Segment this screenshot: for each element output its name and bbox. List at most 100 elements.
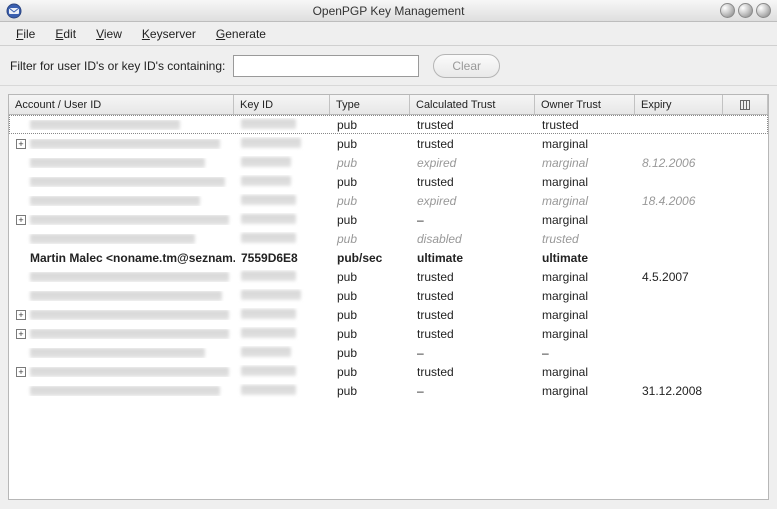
- table-row[interactable]: x x pubexpiredmarginal18.4.2006: [9, 191, 768, 210]
- expand-icon[interactable]: +: [16, 367, 26, 377]
- cell-keyid: x: [235, 213, 331, 227]
- table-row[interactable]: xxpubexpiredmarginal8.12.2006: [9, 153, 768, 172]
- table-row[interactable]: xxpubtrustedmarginal: [9, 286, 768, 305]
- window-title: OpenPGP Key Management: [0, 4, 777, 18]
- cell-owner: marginal: [536, 308, 636, 322]
- user-label: Martin Malec <noname.tm@seznam....: [30, 251, 235, 265]
- maximize-button[interactable]: [738, 3, 753, 18]
- expand-icon[interactable]: +: [16, 139, 26, 149]
- redacted-user: x: [30, 291, 222, 301]
- redacted-keyid: x: [241, 347, 291, 357]
- cell-user: x: [10, 234, 235, 244]
- cell-owner: marginal: [536, 289, 636, 303]
- redacted-user: x: [30, 386, 220, 396]
- cell-type: pub: [331, 346, 411, 360]
- cell-expiry: 18.4.2006: [636, 194, 724, 208]
- cell-keyid: x: [235, 232, 331, 246]
- table-row[interactable]: xxpub–marginal31.12.2008: [9, 381, 768, 400]
- filter-input[interactable]: [233, 55, 419, 77]
- menu-keyserver[interactable]: Keyserver: [132, 24, 206, 44]
- redacted-user: x: [30, 196, 200, 206]
- cell-keyid: x: [235, 156, 331, 170]
- cell-type: pub: [331, 327, 411, 341]
- cell-owner: marginal: [536, 175, 636, 189]
- cell-type: pub: [331, 270, 411, 284]
- table-row[interactable]: Martin Malec <noname.tm@seznam....7559D6…: [9, 248, 768, 267]
- redacted-keyid: x: [241, 328, 296, 338]
- redacted-keyid: x: [241, 138, 301, 148]
- clear-button[interactable]: Clear: [433, 54, 500, 78]
- cell-keyid: 7559D6E8: [235, 251, 331, 265]
- col-header-expiry[interactable]: Expiry: [635, 95, 723, 114]
- filter-label: Filter for user ID's or key ID's contain…: [10, 59, 225, 73]
- cell-user: x: [10, 272, 235, 282]
- col-header-owner[interactable]: Owner Trust: [535, 95, 635, 114]
- cell-keyid: x: [235, 194, 331, 208]
- redacted-keyid: x: [241, 233, 296, 243]
- menu-file[interactable]: File: [6, 24, 45, 44]
- table-row[interactable]: +xxpubtrustedmarginal: [9, 305, 768, 324]
- cell-type: pub: [331, 308, 411, 322]
- col-header-keyid[interactable]: Key ID: [234, 95, 330, 114]
- table-row[interactable]: xxpubdisabledtrusted: [9, 229, 768, 248]
- cell-type: pub: [331, 194, 411, 208]
- menu-edit[interactable]: Edit: [45, 24, 86, 44]
- table-row[interactable]: xxpub––: [9, 343, 768, 362]
- close-button[interactable]: [756, 3, 771, 18]
- table-row[interactable]: +xxpub–marginal: [9, 210, 768, 229]
- table-row[interactable]: xxpubtrustedmarginal4.5.2007: [9, 267, 768, 286]
- cell-user: +x: [10, 329, 235, 339]
- cell-keyid: x: [235, 175, 331, 189]
- col-picker[interactable]: [723, 95, 768, 114]
- redacted-user: x: [30, 158, 205, 168]
- table-row[interactable]: +xxpubtrustedmarginal: [9, 362, 768, 381]
- cell-user: x: [10, 120, 235, 130]
- redacted-keyid: x: [241, 176, 291, 186]
- minimize-button[interactable]: [720, 3, 735, 18]
- cell-type: pub: [331, 232, 411, 246]
- cell-user: Martin Malec <noname.tm@seznam....: [10, 251, 235, 265]
- redacted-keyid: x: [241, 214, 296, 224]
- table-row[interactable]: xxpubtrustedtrusted: [9, 115, 768, 134]
- titlebar: OpenPGP Key Management: [0, 0, 777, 22]
- cell-owner: marginal: [536, 194, 636, 208]
- redacted-user: x: [30, 348, 205, 358]
- redacted-user: x: [30, 215, 229, 225]
- cell-user: +x: [10, 310, 235, 320]
- col-header-type[interactable]: Type: [330, 95, 410, 114]
- table-row[interactable]: +xxpubtrustedmarginal: [9, 134, 768, 153]
- cell-owner: trusted: [536, 232, 636, 246]
- cell-type: pub/sec: [331, 251, 411, 265]
- menu-generate[interactable]: Generate: [206, 24, 276, 44]
- cell-expiry: 8.12.2006: [636, 156, 724, 170]
- cell-type: pub: [331, 156, 411, 170]
- table-row[interactable]: xxpubtrustedmarginal: [9, 172, 768, 191]
- redacted-keyid: x: [241, 195, 296, 205]
- cell-type: pub: [331, 137, 411, 151]
- cell-calc: expired: [411, 156, 536, 170]
- expand-icon[interactable]: +: [16, 215, 26, 225]
- cell-calc: –: [411, 346, 536, 360]
- cell-type: pub: [331, 175, 411, 189]
- cell-calc: trusted: [411, 175, 536, 189]
- menu-view[interactable]: View: [86, 24, 132, 44]
- expand-spacer: [16, 120, 26, 130]
- window-controls: [720, 3, 771, 18]
- redacted-keyid: x: [241, 290, 301, 300]
- cell-keyid: x: [235, 365, 331, 379]
- expand-icon[interactable]: +: [16, 310, 26, 320]
- col-header-calc[interactable]: Calculated Trust: [410, 95, 535, 114]
- table-row[interactable]: +xxpubtrustedmarginal: [9, 324, 768, 343]
- cell-calc: –: [411, 213, 536, 227]
- cell-calc: expired: [411, 194, 536, 208]
- cell-expiry: 31.12.2008: [636, 384, 724, 398]
- cell-user: x: [10, 291, 235, 301]
- col-header-user[interactable]: Account / User ID: [9, 95, 234, 114]
- redacted-keyid: x: [241, 366, 296, 376]
- cell-user: x: [10, 386, 235, 396]
- cell-owner: marginal: [536, 270, 636, 284]
- cell-keyid: x: [235, 270, 331, 284]
- cell-owner: marginal: [536, 156, 636, 170]
- expand-icon[interactable]: +: [16, 329, 26, 339]
- expand-spacer: [16, 272, 26, 282]
